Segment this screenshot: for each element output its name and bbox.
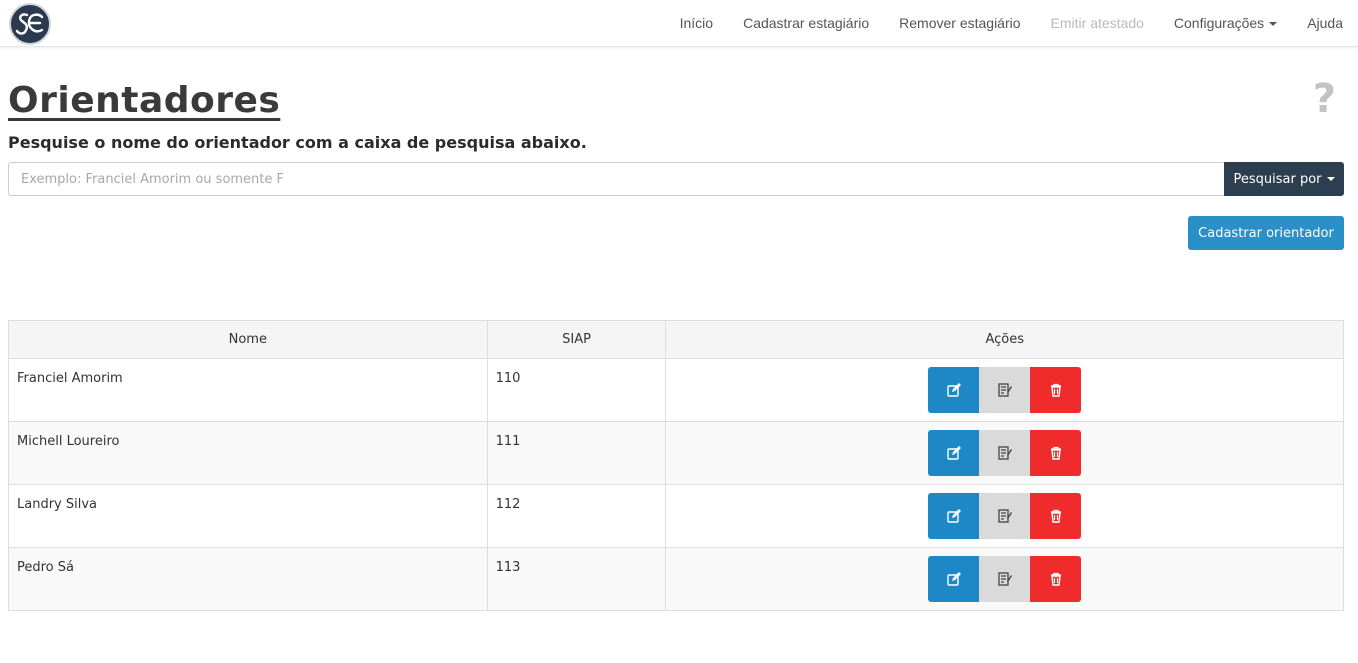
cell-siap: 113	[486, 547, 667, 611]
action-button-group	[928, 367, 1082, 413]
notes-icon	[998, 446, 1012, 460]
cell-acoes	[665, 358, 1344, 422]
column-header-acoes: Ações	[665, 320, 1344, 359]
search-by-dropdown-button[interactable]: Pesquisar por	[1224, 162, 1344, 196]
edit-button[interactable]	[928, 556, 980, 602]
edit-button[interactable]	[928, 493, 980, 539]
edit-icon	[947, 446, 961, 460]
notes-button[interactable]	[979, 367, 1031, 413]
delete-button[interactable]	[1030, 367, 1082, 413]
table-header-row: Nome SIAP Ações	[8, 320, 1344, 359]
cell-siap: 112	[486, 484, 667, 548]
cell-acoes	[665, 547, 1344, 611]
delete-button[interactable]	[1030, 430, 1082, 476]
column-header-nome: Nome	[8, 320, 488, 359]
column-header-siap: SIAP	[486, 320, 667, 359]
cell-nome: Landry Silva	[8, 484, 488, 548]
se-logo-icon	[15, 13, 44, 35]
edit-button[interactable]	[928, 430, 980, 476]
notes-button[interactable]	[979, 430, 1031, 476]
cell-siap: 110	[486, 358, 667, 422]
nav-item-ajuda[interactable]: Ajuda	[1292, 0, 1358, 46]
nav-item-cadastrar-estagiario[interactable]: Cadastrar estagiário	[728, 0, 884, 46]
nav-item-remover-estagiario[interactable]: Remover estagiário	[884, 0, 1035, 46]
delete-button[interactable]	[1030, 556, 1082, 602]
notes-button[interactable]	[979, 493, 1031, 539]
nav-item-emitir-atestado: Emitir atestado	[1050, 15, 1144, 31]
cell-nome: Franciel Amorim	[8, 358, 488, 422]
trash-icon	[1050, 572, 1061, 586]
brand-logo[interactable]	[9, 3, 51, 45]
trash-icon	[1050, 383, 1061, 397]
cell-siap: 111	[486, 421, 667, 485]
edit-icon	[947, 509, 961, 523]
page-subtitle: Pesquise o nome do orientador com a caix…	[8, 133, 587, 152]
delete-button[interactable]	[1030, 493, 1082, 539]
orientadores-table: Nome SIAP Ações Franciel Amorim 110 Mich…	[8, 320, 1344, 611]
table-row: Pedro Sá 113	[8, 547, 1344, 611]
cell-nome: Pedro Sá	[8, 547, 488, 611]
cell-nome: Michell Loureiro	[8, 421, 488, 485]
nav-item-configuracoes[interactable]: Configurações	[1159, 0, 1292, 46]
nav-item-inicio[interactable]: Início	[665, 0, 728, 46]
chevron-down-icon	[1269, 22, 1278, 27]
action-button-group	[928, 556, 1082, 602]
search-by-label: Pesquisar por	[1233, 171, 1322, 187]
help-icon[interactable]: ?	[1313, 74, 1336, 124]
notes-icon	[998, 509, 1012, 523]
table-row: Franciel Amorim 110	[8, 358, 1344, 422]
table-row: Michell Loureiro 111	[8, 421, 1344, 485]
action-button-group	[928, 430, 1082, 476]
top-navbar: Início Cadastrar estagiário Remover esta…	[0, 0, 1358, 47]
add-orientador-button[interactable]: Cadastrar orientador	[1188, 216, 1344, 250]
table-row: Landry Silva 112	[8, 484, 1344, 548]
nav-menu: Início Cadastrar estagiário Remover esta…	[665, 0, 1358, 46]
edit-icon	[947, 383, 961, 397]
notes-icon	[998, 572, 1012, 586]
action-button-group	[928, 493, 1082, 539]
cell-acoes	[665, 421, 1344, 485]
edit-button[interactable]	[928, 367, 980, 413]
nav-item-configuracoes-label: Configurações	[1173, 15, 1265, 31]
trash-icon	[1050, 509, 1061, 523]
trash-icon	[1050, 446, 1061, 460]
page-title: Orientadores	[8, 80, 281, 121]
edit-icon	[947, 572, 961, 586]
chevron-down-icon	[1326, 177, 1335, 181]
cell-acoes	[665, 484, 1344, 548]
search-input[interactable]	[8, 162, 1224, 196]
notes-icon	[998, 383, 1012, 397]
notes-button[interactable]	[979, 556, 1031, 602]
